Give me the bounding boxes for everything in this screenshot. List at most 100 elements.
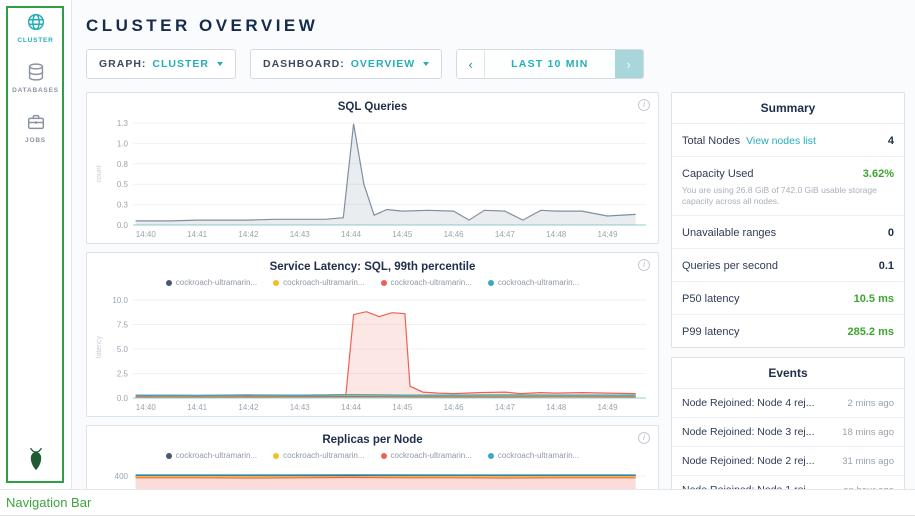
legend-item: cockroach-ultramarin... (488, 451, 579, 460)
summary-value: 285.2 ms (848, 326, 894, 338)
svg-text:0.0: 0.0 (117, 221, 129, 230)
sidebar-item-label: CLUSTER (0, 37, 71, 44)
svg-text:14:41: 14:41 (187, 403, 208, 412)
time-range-label[interactable]: LAST 10 MIN (485, 50, 614, 78)
legend-label: cockroach-ultramarin... (176, 451, 257, 460)
time-range-selector: ‹ LAST 10 MIN › (456, 49, 643, 79)
event-text: Node Rejoined: Node 2 rej... (682, 455, 815, 467)
svg-text:14:43: 14:43 (290, 403, 311, 412)
summary-label: P50 latency (682, 293, 739, 305)
summary-row: Queries per second0.1 (672, 249, 904, 282)
svg-text:14:46: 14:46 (444, 230, 465, 239)
legend-item: cockroach-ultramarin... (273, 451, 364, 460)
summary-row-left: P99 latency (682, 322, 739, 340)
legend-dot-icon (273, 453, 279, 459)
chart-card-service-latency: Service Latency: SQL, 99th percentile i … (86, 252, 659, 417)
event-row: Node Rejoined: Node 3 rej... 18 mins ago (672, 418, 904, 447)
event-time: an hour ago (843, 485, 894, 490)
summary-row-main: Queries per second0.1 (682, 256, 894, 274)
svg-text:400: 400 (115, 472, 129, 481)
info-icon[interactable]: i (638, 259, 650, 271)
summary-row: P50 latency10.5 ms (672, 282, 904, 315)
legend-item: cockroach-ultramarin... (166, 278, 257, 287)
legend-label: cockroach-ultramarin... (498, 278, 579, 287)
info-icon[interactable]: i (638, 99, 650, 111)
time-range-prev-button[interactable]: ‹ (457, 50, 485, 78)
svg-text:0.3: 0.3 (117, 201, 129, 210)
chart-legend: cockroach-ultramarin... cockroach-ultrama… (87, 448, 658, 461)
svg-text:14:42: 14:42 (238, 230, 259, 239)
summary-value: 0 (888, 227, 894, 239)
svg-text:14:42: 14:42 (238, 403, 259, 412)
summary-rows: Total NodesView nodes list4 Capacity Used… (672, 124, 904, 347)
annotation-caption: Navigation Bar (0, 490, 915, 516)
svg-text:14:46: 14:46 (444, 403, 465, 412)
graph-dropdown-value: CLUSTER (152, 58, 209, 70)
legend-dot-icon (488, 280, 494, 286)
summary-row: Unavailable ranges 0 (672, 216, 904, 249)
event-time: 18 mins ago (842, 427, 894, 438)
summary-value: 0.1 (879, 260, 894, 272)
svg-text:14:43: 14:43 (290, 230, 311, 239)
event-row: Node Rejoined: Node 1 rej...an hour ago (672, 476, 904, 490)
legend-dot-icon (166, 280, 172, 286)
graph-dropdown-label: GRAPH: (99, 58, 146, 70)
cockroachdb-logo-icon[interactable] (0, 446, 72, 477)
sidebar-item-cluster[interactable]: CLUSTER (0, 0, 71, 50)
legend-item: cockroach-ultramarin... (381, 451, 472, 460)
svg-text:14:44: 14:44 (341, 230, 362, 239)
legend-label: cockroach-ultramarin... (391, 278, 472, 287)
summary-label: P99 latency (682, 326, 739, 338)
legend-item: cockroach-ultramarin... (381, 278, 472, 287)
summary-row-main: Total NodesView nodes list4 (682, 131, 894, 149)
legend-item: cockroach-ultramarin... (273, 278, 364, 287)
view-nodes-link[interactable]: View nodes list (746, 135, 816, 147)
sidebar-item-jobs[interactable]: JOBS (0, 100, 71, 150)
cluster-globe-icon (0, 11, 71, 33)
summary-subtext: You are using 26.8 GiB of 742.0 GiB usab… (682, 185, 894, 208)
dashboard-dropdown-label: DASHBOARD: (263, 58, 345, 70)
main-content: CLUSTER OVERVIEW GRAPH: CLUSTER DASHBOAR… (72, 0, 915, 489)
svg-text:14:47: 14:47 (495, 403, 516, 412)
graph-dropdown[interactable]: GRAPH: CLUSTER (86, 49, 236, 79)
svg-text:10.0: 10.0 (112, 296, 128, 305)
legend-item: cockroach-ultramarin... (166, 451, 257, 460)
svg-text:0.5: 0.5 (117, 180, 129, 189)
svg-text:2.5: 2.5 (117, 369, 129, 378)
content-columns: SQL Queries i 0.00.30.50.81.01.314:4014:… (86, 92, 905, 490)
svg-text:14:40: 14:40 (136, 403, 157, 412)
svg-text:latency: latency (96, 335, 103, 358)
svg-text:14:44: 14:44 (341, 403, 362, 412)
event-row: Node Rejoined: Node 4 rej... 2 mins ago (672, 389, 904, 418)
event-text: Node Rejoined: Node 3 rej... (682, 426, 815, 438)
time-range-next-button[interactable]: › (615, 50, 643, 78)
summary-row-main: P99 latency 285.2 ms (682, 322, 894, 340)
summary-card: Summary Total NodesView nodes list4Capac… (671, 92, 905, 348)
svg-text:5.0: 5.0 (117, 345, 129, 354)
right-column: Summary Total NodesView nodes list4Capac… (671, 92, 905, 490)
svg-text:14:48: 14:48 (546, 230, 567, 239)
chart-plot-service-latency: 0.02.55.07.510.014:4014:4114:4214:4314:4… (89, 290, 654, 414)
sidebar-item-databases[interactable]: DATABASES (0, 50, 71, 100)
databases-icon (0, 61, 71, 83)
event-time: 2 mins ago (848, 398, 894, 409)
svg-text:1.0: 1.0 (117, 139, 129, 148)
svg-text:14:48: 14:48 (546, 403, 567, 412)
dashboard-dropdown-value: OVERVIEW (351, 58, 415, 70)
info-icon[interactable]: i (638, 432, 650, 444)
legend-label: cockroach-ultramarin... (176, 278, 257, 287)
summary-value: 3.62% (863, 168, 894, 180)
summary-row-main: Capacity Used 3.62% (682, 164, 894, 182)
chart-legend: cockroach-ultramarin... cockroach-ultrama… (87, 275, 658, 288)
svg-text:14:49: 14:49 (598, 403, 619, 412)
summary-row: P99 latency 285.2 ms (672, 315, 904, 347)
legend-label: cockroach-ultramarin... (283, 278, 364, 287)
legend-dot-icon (381, 280, 387, 286)
legend-label: cockroach-ultramarin... (498, 451, 579, 460)
summary-row-left: Capacity Used (682, 164, 754, 182)
summary-label: Unavailable ranges (682, 227, 776, 239)
chart-plot-replicas-per-node: 010020030040014:4014:4114:4214:4314:4414… (89, 463, 654, 490)
legend-item: cockroach-ultramarin... (488, 278, 579, 287)
event-text: Node Rejoined: Node 4 rej... (682, 397, 815, 409)
dashboard-dropdown[interactable]: DASHBOARD: OVERVIEW (250, 49, 442, 79)
